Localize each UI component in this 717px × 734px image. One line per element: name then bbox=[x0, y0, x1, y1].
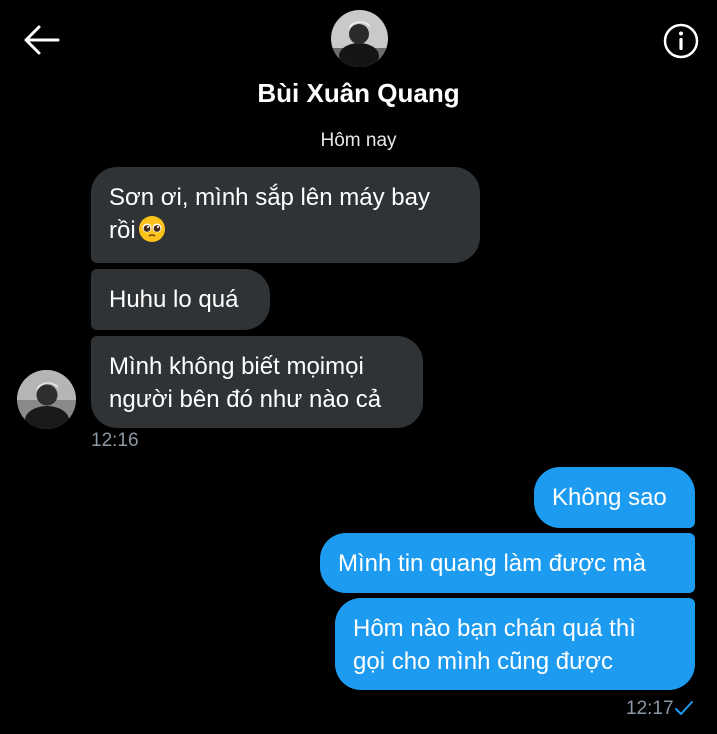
incoming-message-bubble[interactable]: Huhu lo quá bbox=[91, 269, 270, 330]
message-text: Không sao bbox=[552, 484, 667, 511]
info-button[interactable] bbox=[662, 22, 700, 60]
outgoing-message-bubble[interactable]: Không sao bbox=[534, 467, 695, 528]
outgoing-timestamp: 12:17 bbox=[626, 698, 674, 719]
message-text: gọi cho mình cũng được bbox=[353, 648, 613, 675]
incoming-timestamp: 12:16 bbox=[91, 430, 139, 451]
incoming-message-bubble[interactable]: Mình không biết mọimọi người bên đó như … bbox=[91, 336, 423, 428]
message-text: rồi bbox=[109, 217, 136, 244]
message-text: Sơn ơi, mình sắp lên máy bay bbox=[109, 184, 430, 211]
contact-name: Bùi Xuân Quang bbox=[257, 78, 460, 108]
back-arrow-icon bbox=[24, 25, 60, 55]
checkmark-icon bbox=[675, 701, 693, 715]
message-text: Mình tin quang làm được mà bbox=[338, 550, 646, 577]
contact-avatar[interactable] bbox=[331, 10, 388, 67]
info-icon bbox=[663, 23, 699, 59]
pleading-face-emoji bbox=[137, 214, 167, 244]
message-text: Hôm nào bạn chán quá thì bbox=[353, 615, 636, 642]
outgoing-message-bubble[interactable]: Hôm nào bạn chán quá thì gọi cho mình cũ… bbox=[335, 598, 695, 690]
message-text: Mình không biết mọimọi bbox=[109, 353, 364, 380]
outgoing-message-bubble[interactable]: Mình tin quang làm được mà bbox=[320, 533, 695, 593]
message-text: người bên đó như nào cả bbox=[109, 386, 382, 413]
date-separator: Hôm nay bbox=[320, 130, 397, 151]
message-text: Huhu lo quá bbox=[109, 286, 239, 313]
incoming-message-bubble[interactable]: Sơn ơi, mình sắp lên máy bay rồi bbox=[91, 167, 480, 263]
sender-avatar[interactable] bbox=[17, 370, 76, 429]
back-button[interactable] bbox=[22, 22, 62, 58]
